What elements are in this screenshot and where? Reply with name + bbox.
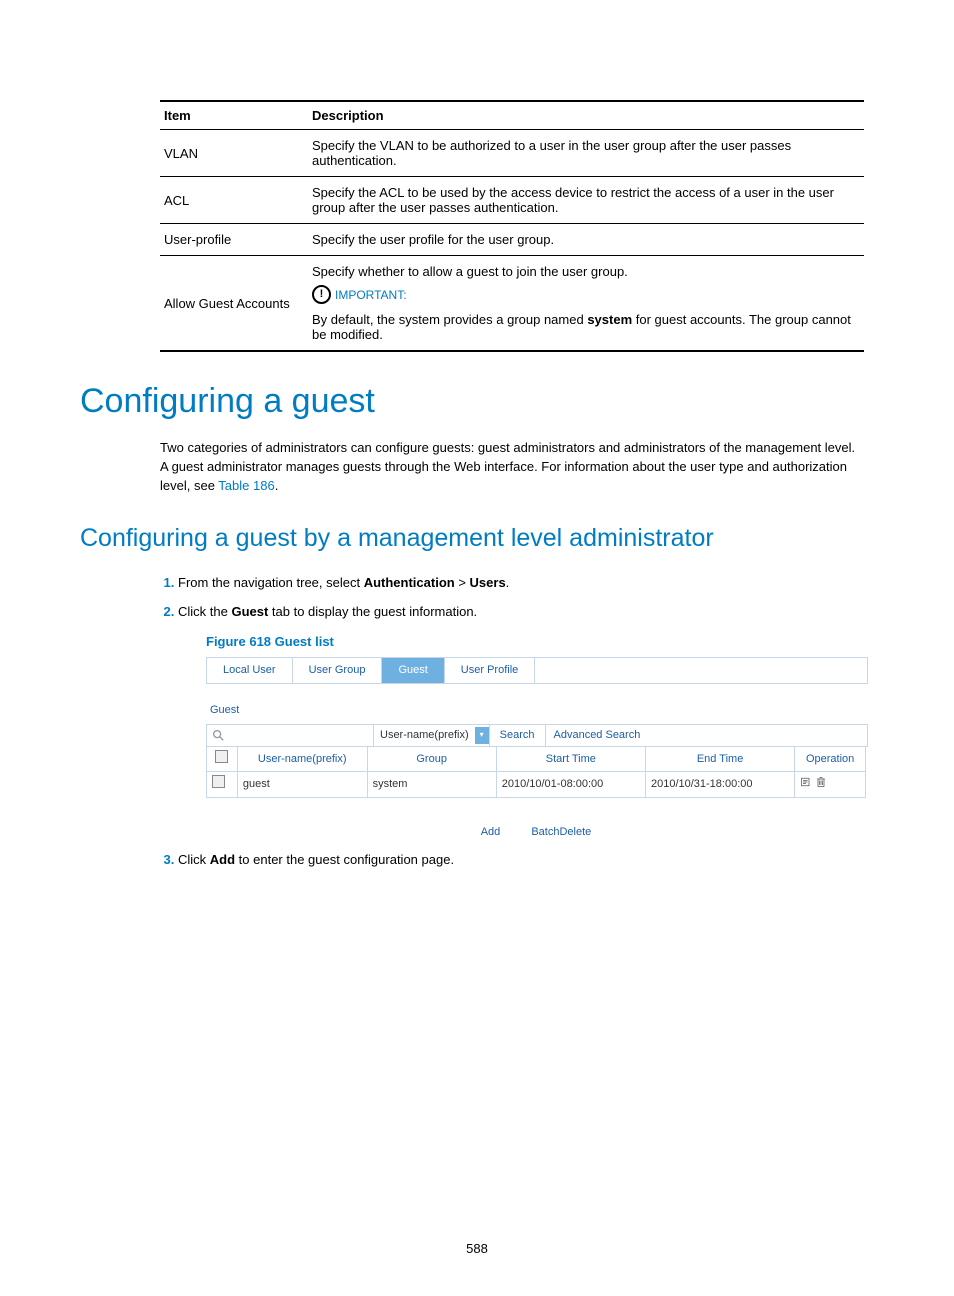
row-item: User-profile [160,224,308,256]
table-row: guest system 2010/10/01-08:00:00 2010/10… [207,772,866,798]
chevron-down-icon[interactable]: ▾ [475,727,489,744]
heading-configuring-guest-by-mgmt: Configuring a guest by a management leve… [80,524,874,553]
heading-configuring-guest: Configuring a guest [80,382,874,421]
select-all-checkbox[interactable] [215,750,228,763]
tabs: Local User User Group Guest User Profile [206,657,868,684]
link-table-186[interactable]: Table 186 [218,478,274,493]
important-callout: ! IMPORTANT: [312,285,860,304]
delete-icon[interactable] [815,776,827,788]
filter-select[interactable]: User-name(prefix) [373,725,475,746]
col-endtime[interactable]: End Time [645,746,794,772]
cell-username: guest [237,772,367,798]
step-1: From the navigation tree, select Authent… [178,573,864,593]
edit-icon[interactable] [800,776,812,788]
intro-paragraph: Two categories of administrators can con… [160,439,864,496]
row-desc: Specify the ACL to be used by the access… [308,177,864,224]
search-bar: User-name(prefix) ▾ Search Advanced Sear… [206,724,868,747]
row-desc: Specify the user profile for the user gr… [308,224,864,256]
step-2: Click the Guest tab to display the guest… [178,602,864,840]
row-item: ACL [160,177,308,224]
batch-delete-button[interactable]: BatchDelete [531,826,591,838]
important-icon: ! [312,285,331,304]
search-button[interactable]: Search [489,725,546,746]
search-icon [211,728,225,742]
screenshot-guest-list: Local User User Group Guest User Profile… [206,657,866,840]
steps-list: From the navigation tree, select Authent… [160,573,864,870]
col-starttime[interactable]: Start Time [496,746,645,772]
figure-title: Figure 618 Guest list [206,632,864,652]
cell-start: 2010/10/01-08:00:00 [496,772,645,798]
section-label-guest: Guest [210,702,866,719]
allowguest-line1: Specify whether to allow a guest to join… [312,264,860,279]
tab-user-group[interactable]: User Group [293,658,383,683]
th-item: Item [160,101,308,130]
row-item: Allow Guest Accounts [160,256,308,352]
description-table: Item Description VLAN Specify the VLAN t… [160,100,864,352]
add-button[interactable]: Add [481,826,501,838]
col-group[interactable]: Group [367,746,496,772]
th-description: Description [308,101,864,130]
cell-operation [795,772,866,798]
cell-end: 2010/10/31-18:00:00 [645,772,794,798]
col-username[interactable]: User-name(prefix) [237,746,367,772]
tab-local-user[interactable]: Local User [207,658,293,683]
guest-grid: User-name(prefix) Group Start Time End T… [206,746,866,798]
step-3: Click Add to enter the guest configurati… [178,850,864,870]
important-label: IMPORTANT: [335,288,407,302]
search-input[interactable] [227,726,373,745]
tab-guest[interactable]: Guest [382,658,444,683]
allowguest-line2: By default, the system provides a group … [312,312,860,342]
advanced-search-link[interactable]: Advanced Search [546,725,649,746]
row-checkbox[interactable] [212,775,225,788]
col-operation: Operation [795,746,866,772]
action-buttons: Add BatchDelete [206,824,866,841]
cell-group: system [367,772,496,798]
page-number: 588 [0,1241,954,1256]
tab-user-profile[interactable]: User Profile [445,658,535,683]
tab-spacer [535,658,867,683]
row-desc: Specify the VLAN to be authorized to a u… [308,130,864,177]
row-item: VLAN [160,130,308,177]
row-desc: Specify whether to allow a guest to join… [308,256,864,352]
